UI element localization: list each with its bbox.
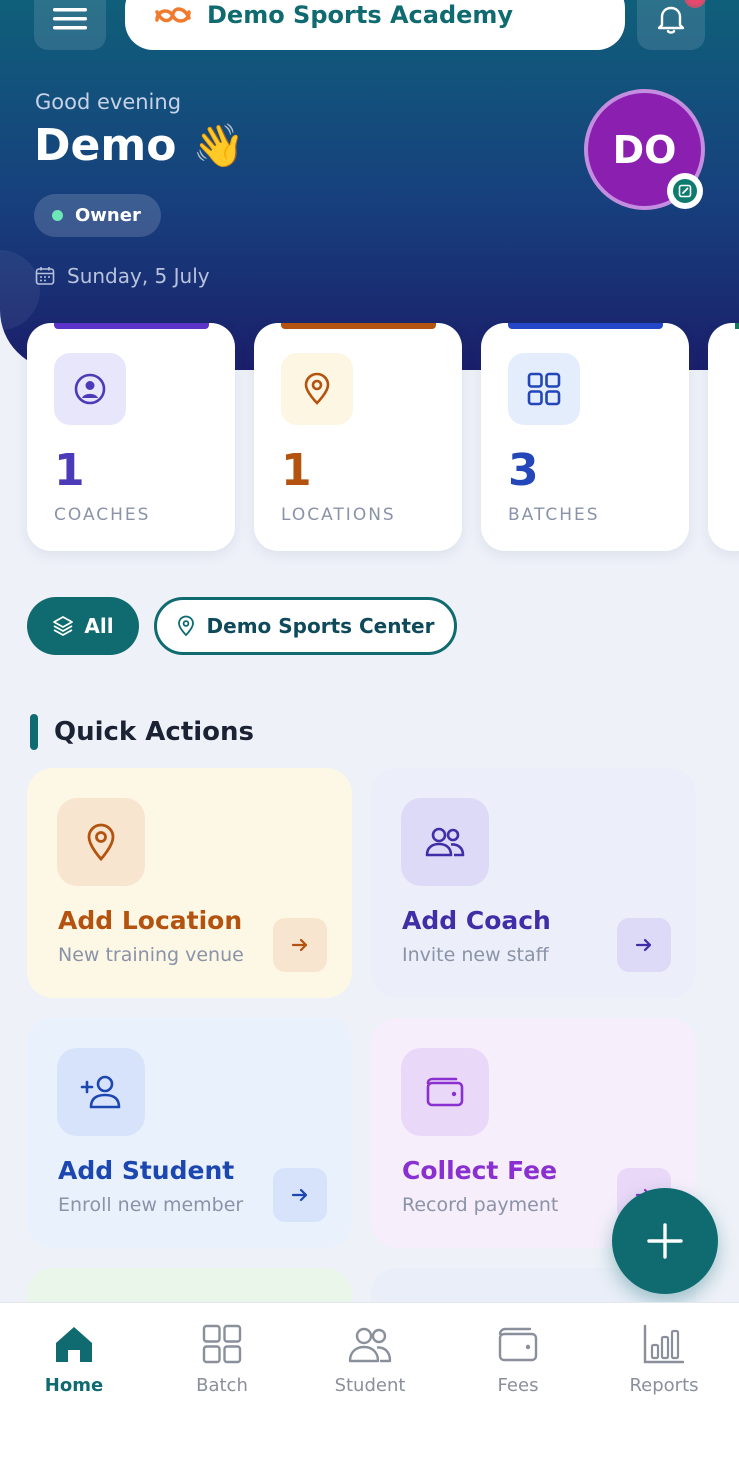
filter-all-label: All: [84, 614, 114, 638]
nav-item-batch[interactable]: Batch: [148, 1323, 296, 1396]
filter-location-label: Demo Sports Center: [206, 614, 435, 638]
map-pin-icon: [57, 798, 145, 886]
quick-actions-title: Quick Actions: [54, 717, 255, 747]
stat-value: 3: [508, 445, 539, 496]
bar-chart-icon: [643, 1324, 685, 1364]
filter-location-chip[interactable]: Demo Sports Center: [154, 597, 457, 655]
users-icon: [401, 798, 489, 886]
grid-icon: [202, 1324, 242, 1364]
layers-icon: [53, 616, 74, 636]
filter-all-chip[interactable]: All: [27, 597, 139, 655]
bell-icon: [657, 6, 685, 34]
nav-label: Fees: [497, 1375, 539, 1396]
wallet-icon: [498, 1327, 538, 1362]
bottom-nav: Home Batch Student Fees Reports: [0, 1302, 739, 1480]
quick-action-name: Add Student: [58, 1156, 235, 1185]
quick-action-subtitle: Record payment: [402, 1194, 559, 1216]
user-plus-icon: [57, 1048, 145, 1136]
quick-action-name: Add Location: [58, 906, 243, 935]
arrow-right-icon[interactable]: [273, 1168, 327, 1222]
quick-action-add-coach[interactable]: Add Coach Invite new staff: [371, 768, 696, 998]
stat-label: LOCATIONS: [281, 505, 396, 525]
arrow-right-icon[interactable]: [273, 918, 327, 972]
nav-label: Batch: [196, 1375, 248, 1396]
quick-action-name: Add Coach: [402, 906, 551, 935]
quick-actions-header: Quick Actions: [30, 714, 254, 750]
user-name: Demo 👋: [34, 120, 245, 171]
stat-accent-bar: [54, 323, 209, 329]
quick-action-subtitle: Invite new staff: [402, 944, 549, 966]
hamburger-icon: [53, 8, 87, 30]
role-dot: [52, 210, 63, 221]
role-label: Owner: [75, 205, 141, 226]
stat-accent-bar: [508, 323, 663, 329]
wallet-icon: [401, 1048, 489, 1136]
stat-accent-bar: [281, 323, 436, 329]
stat-card-batches[interactable]: 3 BATCHES: [481, 323, 689, 551]
avatar-edit-button[interactable]: [667, 173, 703, 209]
grid-icon: [508, 353, 580, 425]
stat-label: BATCHES: [508, 505, 600, 525]
menu-button[interactable]: [34, 0, 106, 50]
stat-card-coaches[interactable]: 1 COACHES: [27, 323, 235, 551]
calendar-icon: [35, 267, 55, 285]
avatar-initials: DO: [612, 127, 677, 172]
nav-item-student[interactable]: Student: [296, 1323, 444, 1396]
add-fab-button[interactable]: [612, 1188, 718, 1294]
nav-label: Reports: [629, 1375, 699, 1396]
quick-action-add-student[interactable]: Add Student Enroll new member: [27, 1018, 352, 1248]
wave-emoji: 👋: [192, 120, 245, 170]
decorative-blob: [0, 250, 40, 330]
nav-label: Student: [334, 1375, 406, 1396]
brand-logo-icon: [155, 7, 191, 23]
nav-item-reports[interactable]: Reports: [590, 1323, 738, 1396]
user-circle-icon: [54, 353, 126, 425]
quick-action-add-location[interactable]: Add Location New training venue: [27, 768, 352, 998]
stat-value: 1: [54, 445, 85, 496]
role-badge: Owner: [34, 194, 161, 237]
stat-card-partial[interactable]: [708, 323, 739, 551]
stat-accent-bar: [735, 323, 739, 329]
quick-action-name: Collect Fee: [402, 1156, 558, 1185]
stat-card-locations[interactable]: 1 LOCATIONS: [254, 323, 462, 551]
section-accent-bar: [30, 714, 38, 750]
date-text: Sunday, 5 July: [67, 264, 210, 288]
greeting-text: Good evening: [35, 90, 182, 114]
stat-value: 1: [281, 445, 312, 496]
map-pin-icon: [281, 353, 353, 425]
nav-item-home[interactable]: Home: [0, 1323, 148, 1396]
edit-icon: [673, 179, 697, 203]
users-icon: [348, 1327, 392, 1363]
brand-pill[interactable]: Demo Sports Academy: [125, 0, 625, 50]
arrow-right-icon[interactable]: [617, 918, 671, 972]
date-row: Sunday, 5 July: [35, 264, 210, 288]
plus-icon: [647, 1223, 683, 1259]
user-name-text: Demo: [34, 120, 177, 171]
brand-name: Demo Sports Academy: [207, 1, 514, 29]
quick-action-subtitle: New training venue: [58, 944, 244, 966]
map-pin-icon: [177, 615, 194, 637]
nav-label: Home: [44, 1375, 104, 1396]
home-icon: [56, 1327, 92, 1362]
nav-item-fees[interactable]: Fees: [444, 1323, 592, 1396]
stat-label: COACHES: [54, 505, 151, 525]
quick-action-subtitle: Enroll new member: [58, 1194, 244, 1216]
